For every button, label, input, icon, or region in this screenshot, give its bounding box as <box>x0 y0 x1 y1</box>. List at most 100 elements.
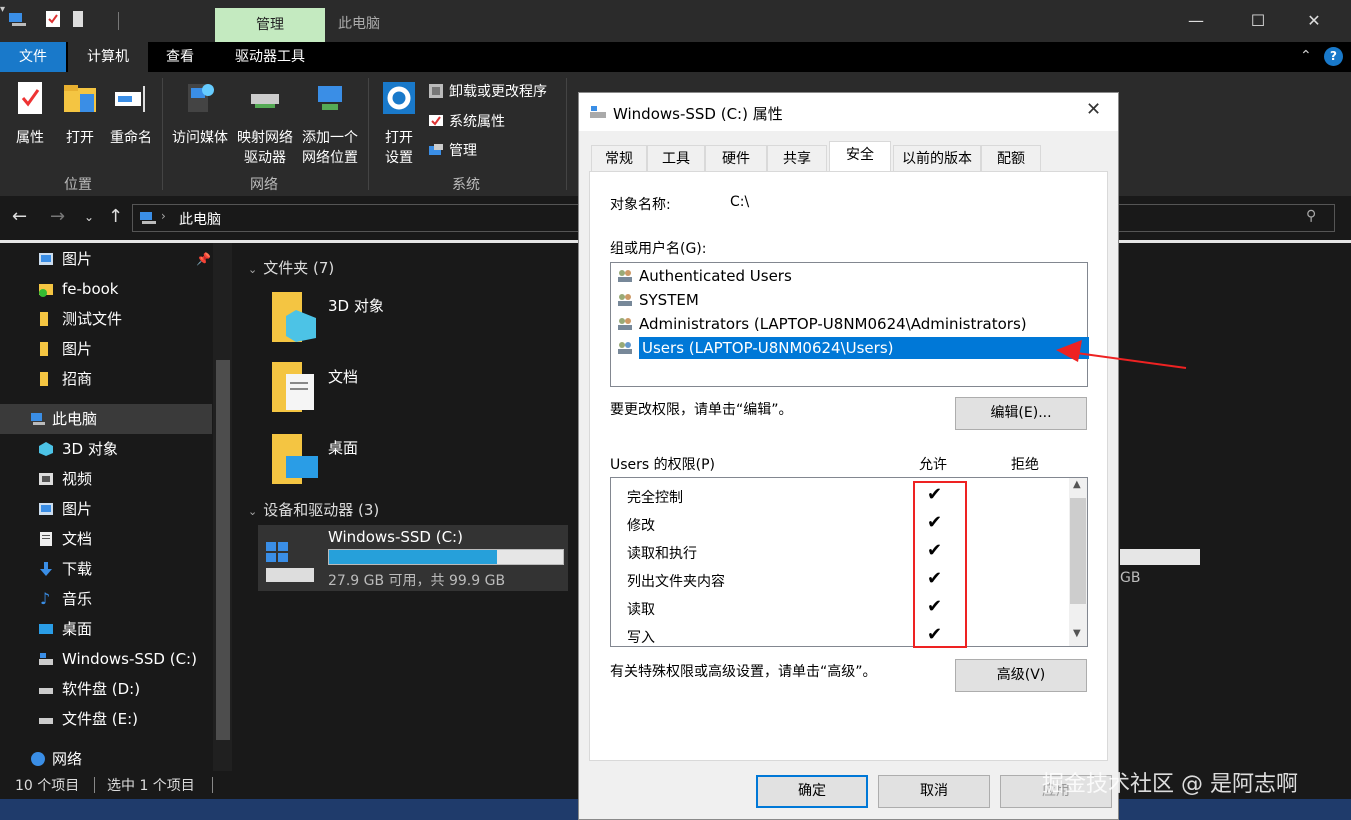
back-icon[interactable]: ← <box>12 206 27 227</box>
tab-general[interactable]: 常规 <box>591 145 647 171</box>
tab-file[interactable]: 文件 <box>0 42 66 72</box>
nav-item-drive-c[interactable]: Windows-SSD (C:) <box>0 644 212 674</box>
system-properties-label: 系统属性 <box>449 114 505 130</box>
nav-item-zhaoshang[interactable]: 招商 <box>0 364 212 394</box>
nav-item-documents[interactable]: 文档 <box>0 524 212 554</box>
devices-section-header[interactable]: ⌄ 设备和驱动器 (3) <box>248 499 379 520</box>
nav-item-pictures-folder[interactable]: 图片 <box>0 334 212 364</box>
maximize-button[interactable]: ☐ <box>1238 6 1278 36</box>
rename-button[interactable]: 重命名 <box>106 80 156 148</box>
drive-icon <box>39 653 53 665</box>
nav-item-drive-e[interactable]: 文件盘 (E:) <box>0 704 212 734</box>
manage-button[interactable]: 管理 <box>428 140 477 162</box>
tab-security[interactable]: 安全 <box>829 141 891 172</box>
help-icon[interactable]: ? <box>1324 47 1343 66</box>
window-title: 此电脑 <box>338 16 380 32</box>
user-group-icon <box>618 270 632 282</box>
properties-button[interactable]: 属性 <box>10 80 50 148</box>
properties-check-icon[interactable] <box>45 10 61 28</box>
permissions-label: Users 的权限(P) <box>610 457 716 473</box>
add-network-location-button[interactable]: 添加一个 网络位置 <box>298 80 362 168</box>
tab-hardware[interactable]: 硬件 <box>705 145 767 171</box>
up-icon[interactable]: ↑ <box>108 206 123 227</box>
desktop-icon <box>39 624 53 634</box>
drive-icon <box>39 688 53 694</box>
edit-button[interactable]: 编辑(E)... <box>955 397 1087 430</box>
user-item-administrators[interactable]: Administrators (LAPTOP-U8NM0624\Administ… <box>617 313 1027 335</box>
tab-drive-tools[interactable]: 驱动器工具 <box>218 42 322 72</box>
advanced-button[interactable]: 高级(V) <box>955 659 1087 692</box>
permission-modify: 修改 <box>627 518 655 534</box>
recent-dropdown-icon[interactable]: ⌄ <box>84 210 94 224</box>
tab-tools[interactable]: 工具 <box>647 145 705 171</box>
nav-item-music[interactable]: ♪ 音乐 <box>0 584 212 614</box>
access-media-label: 访问媒体 <box>172 130 228 146</box>
minimize-button[interactable]: — <box>1176 6 1216 36</box>
search-icon[interactable]: ⚲ <box>1306 208 1316 224</box>
ok-button[interactable]: 确定 <box>756 775 868 808</box>
system-properties-icon <box>429 115 443 126</box>
open-settings-button[interactable]: 打开 设置 <box>376 80 422 168</box>
documents-folder-icon[interactable] <box>270 358 318 414</box>
access-media-button[interactable]: 访问媒体 <box>168 80 232 148</box>
nav-item-drive-d[interactable]: 软件盘 (D:) <box>0 674 212 704</box>
permission-write: 写入 <box>627 630 655 646</box>
properties-icon <box>18 82 42 114</box>
user-item-authenticated[interactable]: Authenticated Users <box>617 265 792 287</box>
tab-quota[interactable]: 配额 <box>981 145 1041 171</box>
cancel-button[interactable]: 取消 <box>878 775 990 808</box>
nav-item-fe-book[interactable]: fe-book <box>0 274 212 304</box>
folder-label-documents[interactable]: 文档 <box>328 366 358 387</box>
folder-label-3d-objects[interactable]: 3D 对象 <box>328 295 384 316</box>
forward-icon[interactable]: → <box>50 206 65 227</box>
deny-column-header: 拒绝 <box>1011 457 1039 473</box>
allow-highlight-box <box>913 481 967 648</box>
users-list[interactable]: Authenticated Users SYSTEM Administrator… <box>610 262 1089 387</box>
desktop-folder-icon[interactable] <box>270 430 318 486</box>
user-item-users-selected[interactable]: Users (LAPTOP-U8NM0624\Users) <box>615 337 1089 359</box>
uninstall-programs-button[interactable]: 卸载或更改程序 <box>428 81 547 103</box>
advanced-hint: 有关特殊权限或高级设置，请单击“高级”。 <box>610 664 877 680</box>
dialog-close-icon[interactable]: ✕ <box>1086 99 1101 120</box>
tab-view[interactable]: 查看 <box>148 42 212 72</box>
user-group-icon <box>618 318 632 330</box>
folders-section-header[interactable]: ⌄ 文件夹 (7) <box>248 257 334 278</box>
nav-item-desktop[interactable]: 桌面 <box>0 614 212 644</box>
drive-d-usage-bar <box>1120 549 1200 565</box>
rename-icon <box>115 86 145 112</box>
add-network-label-1: 添加一个 <box>302 130 358 146</box>
system-properties-button[interactable]: 系统属性 <box>428 111 505 133</box>
folder-label-desktop[interactable]: 桌面 <box>328 437 358 458</box>
permission-list-folder: 列出文件夹内容 <box>627 574 725 590</box>
map-network-drive-button[interactable]: 映射网络 驱动器 <box>234 80 296 168</box>
nav-item-downloads[interactable]: 下载 <box>0 554 212 584</box>
collapse-ribbon-icon[interactable]: ⌃ <box>1300 48 1312 64</box>
nav-item-test-files[interactable]: 测试文件 <box>0 304 212 334</box>
network-location-icon <box>318 86 342 110</box>
quick-access-dropdown-icon[interactable]: ▾ <box>0 4 5 15</box>
scroll-up-icon[interactable]: ▲ <box>1073 479 1081 490</box>
nav-scrollbar-thumb[interactable] <box>216 360 230 740</box>
scroll-down-icon[interactable]: ▼ <box>1073 628 1081 639</box>
permissions-scrollbar-thumb[interactable] <box>1070 498 1086 604</box>
chevron-right-icon[interactable]: › <box>161 209 166 223</box>
tab-sharing[interactable]: 共享 <box>767 145 827 171</box>
close-button[interactable]: ✕ <box>1294 6 1334 36</box>
manage-context-tab[interactable]: 管理 <box>215 8 325 42</box>
manage-icon <box>429 144 443 155</box>
nav-item-network[interactable]: 网络 <box>0 744 212 774</box>
nav-item-pictures-pinned[interactable]: 图片 <box>0 244 212 274</box>
nav-item-videos[interactable]: 视频 <box>0 464 212 494</box>
nav-item-3d-objects[interactable]: 3D 对象 <box>0 434 212 464</box>
nav-item-this-pc[interactable]: 此电脑 <box>0 404 212 434</box>
nav-item-pictures[interactable]: 图片 <box>0 494 212 524</box>
user-item-system[interactable]: SYSTEM <box>617 289 699 311</box>
tab-computer[interactable]: 计算机 <box>68 42 148 72</box>
3d-objects-folder-icon[interactable] <box>270 288 318 344</box>
tab-previous-versions[interactable]: 以前的版本 <box>893 145 981 171</box>
new-folder-icon[interactable] <box>72 10 84 28</box>
ribbon-tabs: 文件 计算机 查看 驱动器工具 ⌃ ? <box>0 42 1351 72</box>
permissions-list[interactable]: 完全控制 修改 读取和执行 列出文件夹内容 读取 写入 ✔ ✔ ✔ ✔ ✔ ✔ … <box>610 477 1088 647</box>
open-button[interactable]: 打开 <box>60 80 100 148</box>
network-icon <box>31 752 45 766</box>
